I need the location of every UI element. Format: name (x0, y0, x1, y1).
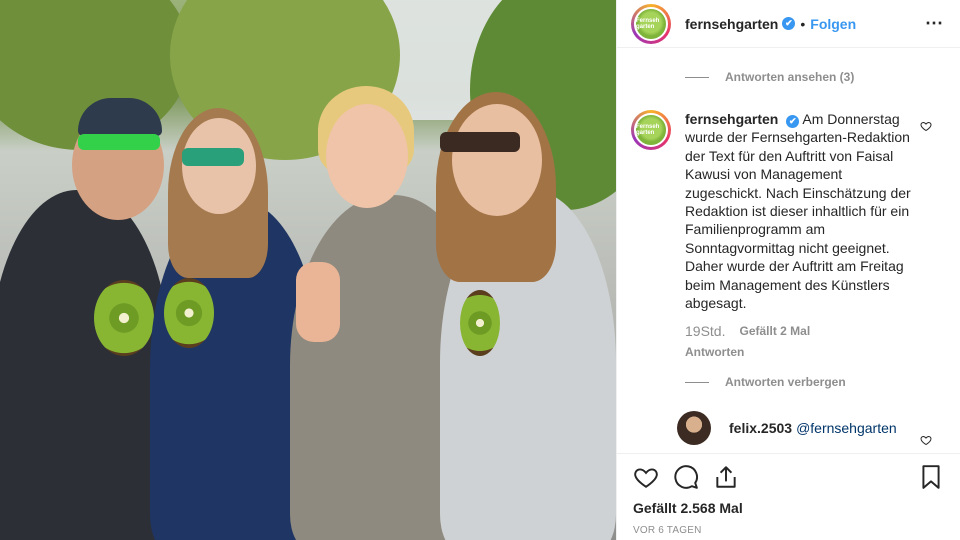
follow-button[interactable]: Folgen (810, 16, 856, 32)
caption-comment: Fernseh garten fernsehgarten ✔ Am Donner… (617, 110, 960, 361)
header-username[interactable]: fernsehgarten (685, 16, 778, 32)
actions-bar: Gefällt 2.568 Mal VOR 6 TAGEN (617, 453, 960, 536)
person-1-glasses (78, 134, 160, 150)
instagram-post: Fernseh garten fernsehgarten ✔ • Folgen … (0, 0, 960, 540)
action-icons (633, 464, 944, 490)
bookmark-icon[interactable] (918, 464, 944, 490)
caption-avatar-logo-text: Fernseh garten (636, 124, 660, 136)
person-2-kiwi (164, 278, 214, 348)
caption-body: fernsehgarten ✔ Am Donnerstag wurde der … (685, 110, 915, 361)
post-likes-count[interactable]: Gefällt 2.568 Mal (633, 500, 944, 516)
reply-like-heart-icon[interactable] (920, 434, 932, 446)
more-options-icon[interactable]: ⋯ (925, 13, 944, 34)
avatar[interactable]: Fernseh garten (634, 6, 668, 41)
caption-avatar-ring[interactable]: Fernseh garten (631, 110, 671, 150)
caption-username[interactable]: fernsehgarten (685, 111, 778, 127)
post-side-panel: Fernseh garten fernsehgarten ✔ • Folgen … (616, 0, 960, 540)
person-3-hand (296, 262, 340, 342)
reply-comment: felix.2503 @fernsehgarten (617, 411, 960, 446)
person-2-head (182, 118, 256, 214)
post-date[interactable]: VOR 6 TAGEN (633, 525, 944, 536)
caption-avatar[interactable]: Fernseh garten (634, 113, 668, 147)
caption-meta: 19Std. Gefällt 2 Mal (685, 322, 915, 340)
post-photo[interactable] (0, 0, 616, 540)
avatar-story-ring[interactable]: Fernseh garten (631, 3, 671, 44)
replies-divider (685, 76, 709, 78)
person-4-glasses (440, 132, 520, 152)
caption-reply-button[interactable]: Antworten (685, 343, 915, 361)
person-3-head (326, 104, 408, 208)
caption-verified-badge-icon: ✔ (786, 115, 800, 128)
reply-mention[interactable]: @fernsehgarten (796, 420, 897, 436)
person-2-glasses (182, 148, 244, 166)
person-4-kiwi (460, 290, 500, 356)
hide-replies-button[interactable]: Antworten verbergen (617, 375, 960, 389)
verified-badge-icon: ✔ (782, 17, 796, 30)
person-4-head (452, 104, 542, 216)
heart-icon[interactable] (633, 464, 659, 490)
caption-time[interactable]: 19Std. (685, 322, 725, 340)
comments-section[interactable]: Antworten ansehen (3) Fernseh garten fer… (617, 48, 960, 453)
reply-avatar[interactable] (677, 411, 711, 446)
person-1-body (0, 190, 170, 540)
reply-username[interactable]: felix.2503 (729, 420, 792, 436)
caption-likes[interactable]: Gefällt 2 Mal (739, 322, 810, 340)
replies-divider (685, 381, 709, 383)
avatar-logo-text: Fernseh garten (636, 17, 660, 30)
post-header: Fernseh garten fernsehgarten ✔ • Folgen … (617, 0, 960, 48)
person-1-kiwi (94, 280, 154, 356)
view-replies-label: Antworten ansehen (3) (725, 70, 855, 84)
caption-text: Am Donnerstag wurde der Fernsehgarten-Re… (685, 111, 911, 312)
view-replies-button[interactable]: Antworten ansehen (3) (617, 70, 960, 84)
header-separator: • (800, 15, 806, 32)
share-icon[interactable] (713, 464, 739, 490)
hide-replies-label: Antworten verbergen (725, 375, 846, 390)
comment-icon[interactable] (673, 464, 699, 490)
caption-like-heart-icon[interactable] (920, 120, 932, 132)
